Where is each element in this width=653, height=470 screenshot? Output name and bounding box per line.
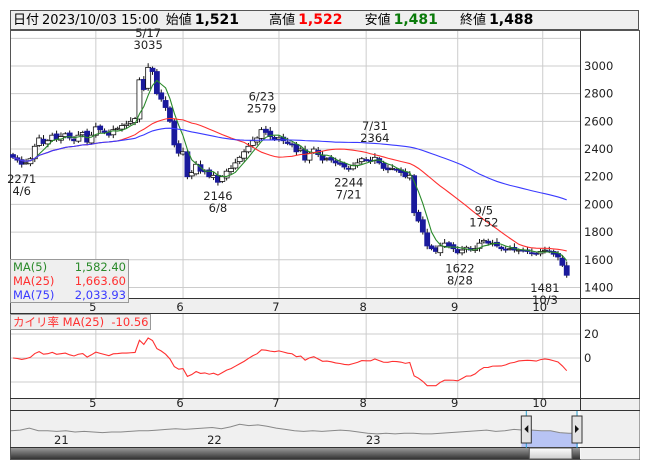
candle-up (241, 151, 247, 159)
candle-up (232, 162, 239, 169)
ma75-label: MA(75) (13, 288, 55, 302)
ma75-value: 2,033.93 (74, 288, 126, 302)
osc-legend: カイリ率 MA(25) -10.56 (10, 314, 152, 330)
candle-up (437, 245, 444, 254)
osc-value: -10.56 (111, 315, 149, 329)
y-tick-label: 1600 (584, 253, 613, 267)
x-tick-label-2: 8 (359, 396, 366, 410)
navigator-year-label: 22 (207, 433, 222, 447)
candle-up (245, 145, 252, 153)
annotation-date: 10/3 (532, 293, 558, 307)
ma25-label: MA(25) (13, 274, 55, 288)
scrollbar-thumb[interactable] (528, 447, 573, 460)
candle-down (149, 67, 156, 72)
y-tick-label: 2400 (584, 142, 613, 156)
x-tick-label-2: 5 (89, 396, 96, 410)
x-tick-label: 9 (451, 300, 458, 314)
ma25-value: 1,663.60 (74, 274, 126, 288)
x-tick-label: 7 (272, 300, 279, 314)
y-tick-label: 2800 (584, 87, 613, 101)
y-tick-label: 3000 (584, 59, 613, 73)
y-tick-label: 2200 (584, 170, 613, 184)
annotation-value: 3035 (134, 38, 163, 52)
candle-up (228, 168, 234, 172)
x-tick-label: 8 (359, 300, 366, 314)
candle-up (123, 123, 130, 126)
navigator-handle-right[interactable] (571, 415, 583, 444)
y-tick-label: 1400 (584, 280, 613, 294)
x-tick-label: 6 (176, 300, 183, 314)
navigator-year-label: 23 (366, 433, 381, 447)
candle-down (10, 154, 16, 158)
annotation-value: 2364 (360, 131, 389, 145)
y-tick-label: 2600 (584, 114, 613, 128)
ma5-label: MA(5) (13, 260, 48, 274)
candle-down (563, 265, 570, 276)
osc-label: カイリ率 MA(25) (13, 315, 105, 329)
candle-down (559, 257, 566, 266)
candle-down (284, 141, 291, 144)
navigator-handle-left[interactable] (520, 415, 532, 444)
x-tick-label-2: 6 (176, 396, 183, 410)
annotation-date: 6/8 (209, 201, 228, 215)
annotation-date: 4/6 (12, 184, 31, 198)
y-tick-label: 1800 (584, 225, 613, 239)
candle-down (158, 92, 165, 100)
x-tick-label-2: 9 (451, 396, 458, 410)
corner-panel (580, 398, 640, 460)
candle-up (459, 249, 465, 254)
candle-down (498, 246, 505, 250)
candle-down (97, 125, 104, 131)
scrollbar[interactable] (11, 448, 580, 459)
annotation-value: 1752 (469, 216, 498, 230)
candle-up (119, 125, 125, 130)
osc-tick-label: 0 (584, 351, 591, 365)
annotation-value: 2579 (247, 101, 276, 115)
stock-chart: 1400 1600 1800 2000 2200 2400 2600 2800 3000 20 0 5… (7, 26, 640, 460)
candle-down (167, 107, 173, 122)
candle-down (171, 120, 178, 146)
ma-legend: MA(5) 1,582.40 MA(25) 1,663.60 MA(75) 2,033… (10, 259, 129, 303)
annotation-date: 7/21 (336, 188, 362, 202)
navigator (11, 411, 578, 447)
candle-down (419, 219, 426, 233)
osc-tick-label: 20 (584, 327, 599, 341)
candle-down (162, 100, 169, 108)
x-tick-label-2: 7 (272, 396, 279, 410)
annotation-date: 8/28 (447, 274, 473, 288)
navigator-year-label: 21 (54, 433, 69, 447)
ma5-value: 1,582.40 (74, 260, 126, 274)
candle-down (424, 232, 431, 247)
x-tick-label-2: 10 (532, 396, 547, 410)
y-tick-label: 2000 (584, 197, 613, 211)
